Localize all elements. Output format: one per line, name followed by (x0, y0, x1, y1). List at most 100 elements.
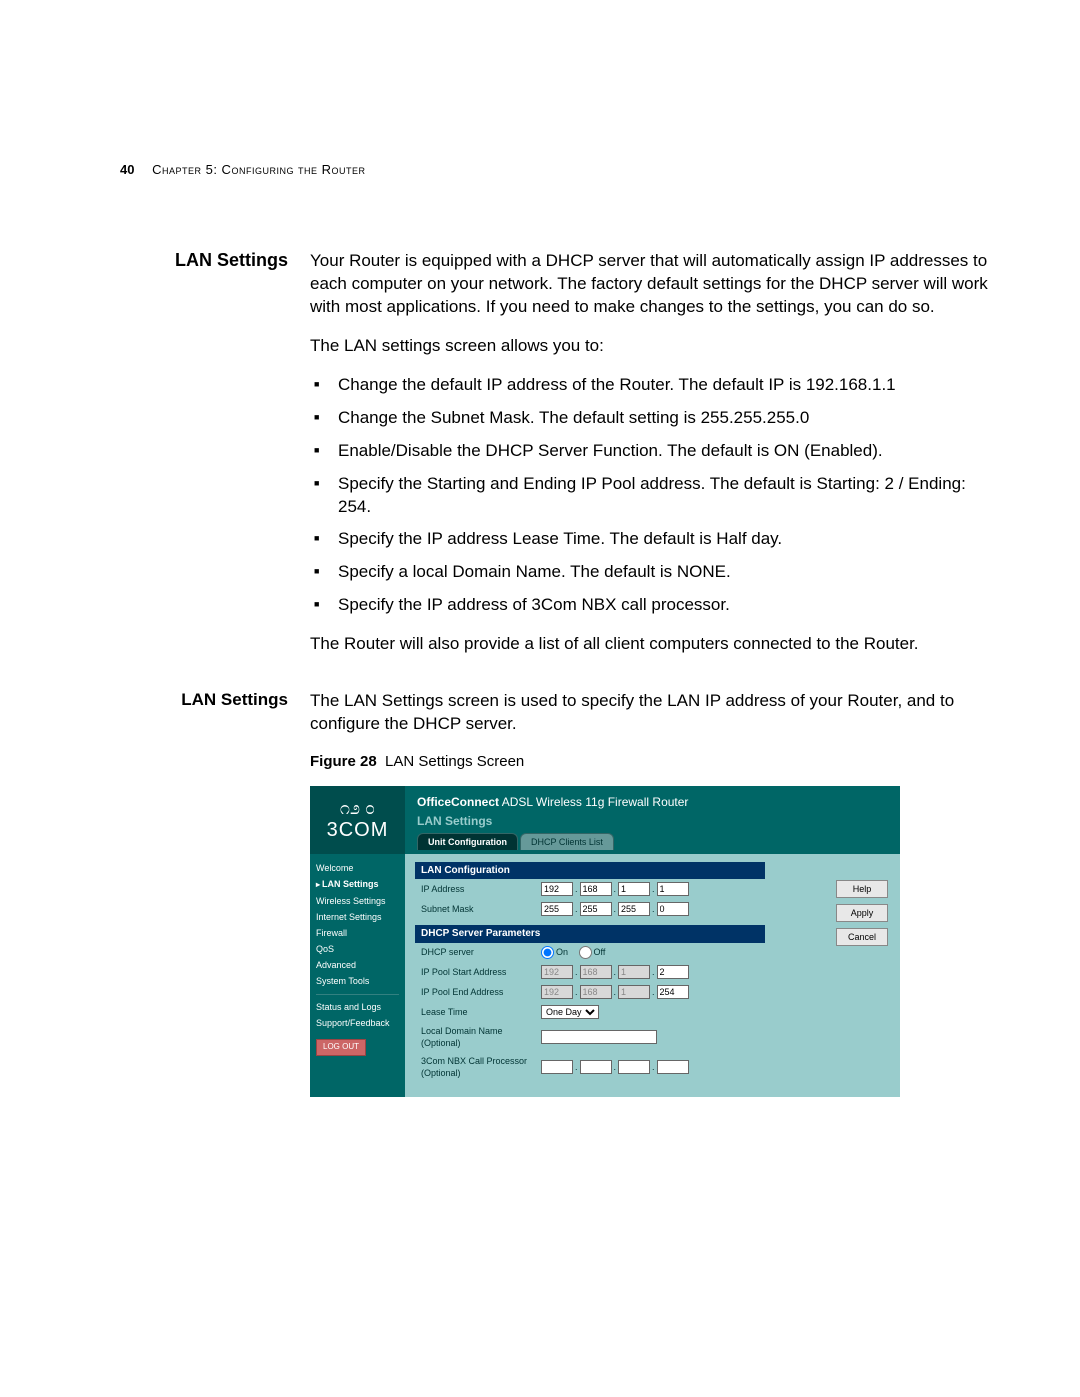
section-heading: LAN Settings (120, 250, 310, 271)
nbx-1[interactable] (541, 1060, 573, 1074)
logout-button[interactable]: LOG OUT (316, 1039, 366, 1056)
label-local-domain: Local Domain Name (Optional) (421, 1025, 541, 1049)
label-pool-end: IP Pool End Address (421, 986, 541, 998)
figure-caption: Figure 28 LAN Settings Screen (310, 752, 1000, 772)
lan-config-form: LAN Configuration IP Address . . . (415, 862, 765, 1083)
sidebar-item-lan-settings[interactable]: LAN Settings (316, 876, 399, 893)
label-nbx: 3Com NBX Call Processor (Optional) (421, 1055, 541, 1079)
tab-bar: Unit Configuration DHCP Clients List (417, 833, 888, 850)
brand-logo: ೧೨ ೦ 3COM (310, 786, 405, 854)
row-pool-end: IP Pool End Address . . . (415, 982, 765, 1002)
apply-button[interactable]: Apply (836, 904, 888, 922)
pool-end-1 (541, 985, 573, 999)
sidebar-item-status-logs[interactable]: Status and Logs (316, 999, 399, 1015)
dhcp-radio-group: On Off (541, 946, 613, 959)
section-lan-settings: LAN Settings Your Router is equipped wit… (120, 250, 1000, 672)
pool-start-4[interactable] (657, 965, 689, 979)
local-domain-input[interactable] (541, 1030, 657, 1044)
action-buttons: Help Apply Cancel (836, 880, 888, 946)
paragraph: The LAN Settings screen is used to speci… (310, 690, 1000, 736)
list-item: Specify the Starting and Ending IP Pool … (334, 473, 1000, 519)
row-ip-address: IP Address . . . (415, 879, 765, 899)
nbx-ip-field: . . . (541, 1060, 689, 1074)
row-local-domain: Local Domain Name (Optional) (415, 1022, 765, 1052)
title-area: OfficeConnect ADSL Wireless 11g Firewall… (405, 786, 900, 854)
sidebar-nav: Welcome LAN Settings Wireless Settings I… (310, 854, 405, 1097)
mask-octet-2[interactable] (580, 902, 612, 916)
router-header: ೧೨ ೦ 3COM OfficeConnect ADSL Wireless 11… (310, 786, 900, 854)
pool-start-1 (541, 965, 573, 979)
paragraph: Your Router is equipped with a DHCP serv… (310, 250, 1000, 319)
panel-title-lan-config: LAN Configuration (415, 862, 765, 880)
list-item: Change the default IP address of the Rou… (334, 374, 1000, 397)
sidebar-item-wireless-settings[interactable]: Wireless Settings (316, 893, 399, 909)
subsection-heading: LAN Settings (120, 690, 310, 710)
nbx-2[interactable] (580, 1060, 612, 1074)
ip-octet-2[interactable] (580, 882, 612, 896)
list-item: Specify the IP address of 3Com NBX call … (334, 594, 1000, 617)
label-ip-address: IP Address (421, 883, 541, 895)
product-bold: OfficeConnect (417, 795, 499, 809)
nav-divider (316, 994, 399, 995)
pool-end-4[interactable] (657, 985, 689, 999)
sidebar-item-internet-settings[interactable]: Internet Settings (316, 909, 399, 925)
sidebar-item-welcome[interactable]: Welcome (316, 860, 399, 876)
sidebar-item-system-tools[interactable]: System Tools (316, 973, 399, 989)
row-lease-time: Lease Time One Day (415, 1002, 765, 1022)
row-subnet-mask: Subnet Mask . . . (415, 899, 765, 919)
router-page-title: LAN Settings (417, 813, 888, 829)
sidebar-item-support-feedback[interactable]: Support/Feedback (316, 1015, 399, 1031)
subnet-mask-field: . . . (541, 902, 689, 916)
label-pool-start: IP Pool Start Address (421, 966, 541, 978)
section-content: Your Router is equipped with a DHCP serv… (310, 250, 1000, 672)
panel-title-dhcp-params: DHCP Server Parameters (415, 925, 765, 943)
list-item: Specify the IP address Lease Time. The d… (334, 528, 1000, 551)
pool-start-field: . . . (541, 965, 689, 979)
subsection-content: The LAN Settings screen is used to speci… (310, 690, 1000, 1096)
lease-time-select[interactable]: One Day (541, 1005, 599, 1019)
label-lease-time: Lease Time (421, 1006, 541, 1018)
nbx-3[interactable] (618, 1060, 650, 1074)
pool-start-2 (580, 965, 612, 979)
mask-octet-3[interactable] (618, 902, 650, 916)
ip-octet-1[interactable] (541, 882, 573, 896)
pool-start-3 (618, 965, 650, 979)
label-dhcp-server: DHCP server (421, 946, 541, 958)
router-main-panel: LAN Configuration IP Address . . . (405, 854, 900, 1097)
cancel-button[interactable]: Cancel (836, 928, 888, 946)
ip-address-field: . . . (541, 882, 689, 896)
radio-off-input[interactable] (579, 946, 592, 959)
mask-octet-4[interactable] (657, 902, 689, 916)
row-pool-start: IP Pool Start Address . . . (415, 962, 765, 982)
document-page: 40 Chapter 5: Configuring the Router LAN… (0, 0, 1080, 1397)
radio-dhcp-off[interactable]: Off (579, 947, 606, 957)
product-rest: ADSL Wireless 11g Firewall Router (502, 795, 689, 809)
row-nbx: 3Com NBX Call Processor (Optional) . . . (415, 1052, 765, 1082)
list-item: Enable/Disable the DHCP Server Function.… (334, 440, 1000, 463)
help-button[interactable]: Help (836, 880, 888, 898)
paragraph: The LAN settings screen allows you to: (310, 335, 1000, 358)
radio-on-input[interactable] (541, 946, 554, 959)
pool-end-field: . . . (541, 985, 689, 999)
tab-dhcp-clients-list[interactable]: DHCP Clients List (520, 833, 614, 850)
running-header: 40 Chapter 5: Configuring the Router (120, 162, 366, 177)
sidebar-item-qos[interactable]: QoS (316, 941, 399, 957)
radio-dhcp-on[interactable]: On (541, 947, 568, 957)
pool-end-3 (618, 985, 650, 999)
sidebar-item-firewall[interactable]: Firewall (316, 925, 399, 941)
sidebar-item-advanced[interactable]: Advanced (316, 957, 399, 973)
ip-octet-3[interactable] (618, 882, 650, 896)
label-subnet-mask: Subnet Mask (421, 903, 541, 915)
list-item: Specify a local Domain Name. The default… (334, 561, 1000, 584)
page-number: 40 (120, 162, 134, 177)
mask-octet-1[interactable] (541, 902, 573, 916)
nbx-4[interactable] (657, 1060, 689, 1074)
section-lan-settings-detail: LAN Settings The LAN Settings screen is … (120, 690, 1000, 1096)
brand-text: 3COM (327, 817, 389, 844)
figure-label: Figure 28 (310, 753, 377, 770)
tab-unit-configuration[interactable]: Unit Configuration (417, 833, 518, 850)
row-dhcp-server: DHCP server On Off (415, 943, 765, 962)
ip-octet-4[interactable] (657, 882, 689, 896)
feature-list: Change the default IP address of the Rou… (310, 374, 1000, 618)
list-item: Change the Subnet Mask. The default sett… (334, 407, 1000, 430)
